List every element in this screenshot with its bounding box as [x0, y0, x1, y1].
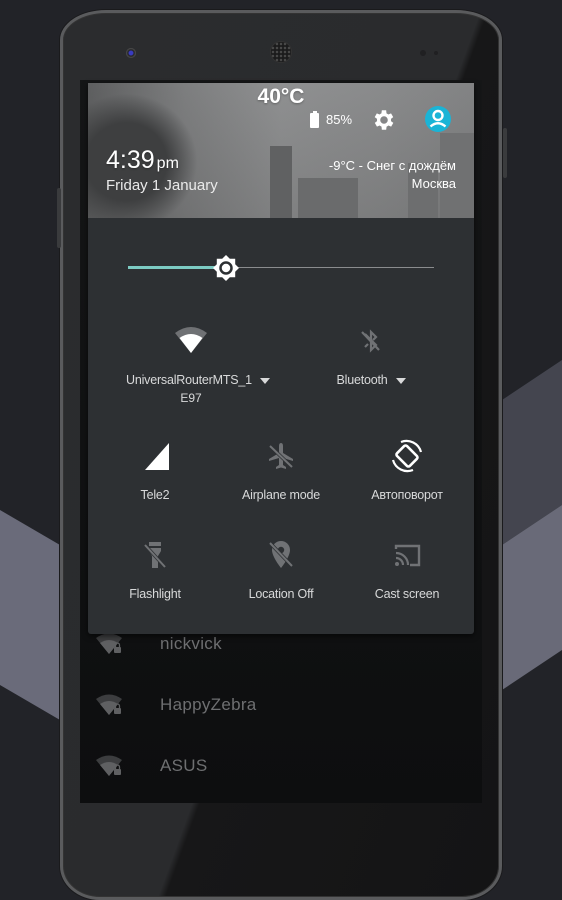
wifi-network-row[interactable]: nickvick: [80, 632, 482, 692]
dropdown-caret-icon[interactable]: [259, 377, 270, 384]
weather-info[interactable]: -9°C - Снег с дождём Москва: [329, 157, 456, 193]
wifi-network-row[interactable]: HappyZebra: [80, 693, 482, 753]
power-button[interactable]: [57, 188, 61, 248]
tile-cellular[interactable]: Tele2: [90, 438, 220, 502]
airplane-off-icon: [268, 443, 294, 469]
volume-button[interactable]: [503, 128, 507, 178]
location-off-icon: [268, 541, 294, 568]
light-sensor: [434, 51, 438, 55]
wifi-locked-icon: [96, 694, 122, 715]
account-circle-icon[interactable]: [424, 105, 452, 133]
flashlight-off-icon: [143, 542, 167, 569]
clock-ampm: pm: [156, 155, 179, 172]
wifi-network-name: nickvick: [160, 634, 222, 653]
brightness-slider[interactable]: [128, 255, 434, 281]
wifi-network-name: HappyZebra: [160, 695, 257, 714]
tile-label: Location Off: [248, 587, 314, 601]
header-background-building: [270, 146, 292, 218]
wifi-network-label: UniversalRouterMTS_1: [126, 373, 252, 387]
date[interactable]: Friday 1 January: [106, 177, 218, 194]
tile-label: Airplane mode: [241, 488, 320, 502]
tile-flashlight[interactable]: Flashlight: [90, 537, 220, 601]
dropdown-caret-icon[interactable]: [395, 377, 406, 384]
tile-wifi[interactable]: UniversalRouterMTS_1 E97: [126, 323, 270, 405]
tile-label: Tele2: [140, 488, 170, 502]
wifi-network-row[interactable]: ASUS: [80, 754, 482, 803]
wifi-network-name: ASUS: [160, 756, 208, 775]
clock-time: 4:39: [106, 146, 155, 174]
tile-label: Cast screen: [374, 587, 440, 601]
tile-location[interactable]: Location Off: [216, 537, 346, 601]
tile-label: Автоповорот: [371, 488, 443, 502]
tile-sublabel: E97: [180, 391, 202, 405]
tile-label: Bluetooth: [306, 373, 436, 387]
tile-auto-rotate[interactable]: Автоповорот: [342, 438, 472, 502]
brightness-icon[interactable]: [212, 254, 240, 282]
weather-city: Москва: [411, 176, 456, 191]
wifi-icon: [175, 327, 207, 353]
battery-percent: 85%: [326, 112, 353, 127]
bluetooth-label: Bluetooth: [336, 373, 388, 387]
front-camera: [126, 48, 136, 58]
tile-airplane[interactable]: Airplane mode: [216, 438, 346, 502]
wifi-locked-icon: [96, 633, 122, 654]
tile-bluetooth[interactable]: Bluetooth: [306, 323, 436, 387]
stripe-left: [0, 510, 60, 720]
gear-icon[interactable]: [371, 107, 397, 133]
tile-label: Flashlight: [129, 587, 181, 601]
earpiece-speaker: [270, 41, 292, 63]
bluetooth-disabled-icon: [361, 329, 380, 353]
status-header: 40°C 85% 4:39 pm Friday 1 January -9°C - …: [88, 83, 474, 218]
tile-cast[interactable]: Cast screen: [342, 537, 472, 601]
proximity-sensor: [420, 50, 426, 56]
cell-signal-icon: [145, 443, 169, 470]
weather-condition: -9°C - Снег с дождём: [328, 158, 456, 173]
auto-rotate-icon: [391, 439, 423, 473]
battery-temperature: 40°C: [257, 85, 305, 108]
quick-settings-panel: 40°C 85% 4:39 pm Friday 1 January -9°C - …: [88, 83, 474, 634]
tile-label: UniversalRouterMTS_1: [126, 373, 270, 387]
cast-icon: [394, 544, 421, 567]
wifi-locked-icon: [96, 755, 122, 776]
battery-icon: [310, 111, 319, 128]
clock[interactable]: 4:39 pm: [106, 146, 179, 175]
